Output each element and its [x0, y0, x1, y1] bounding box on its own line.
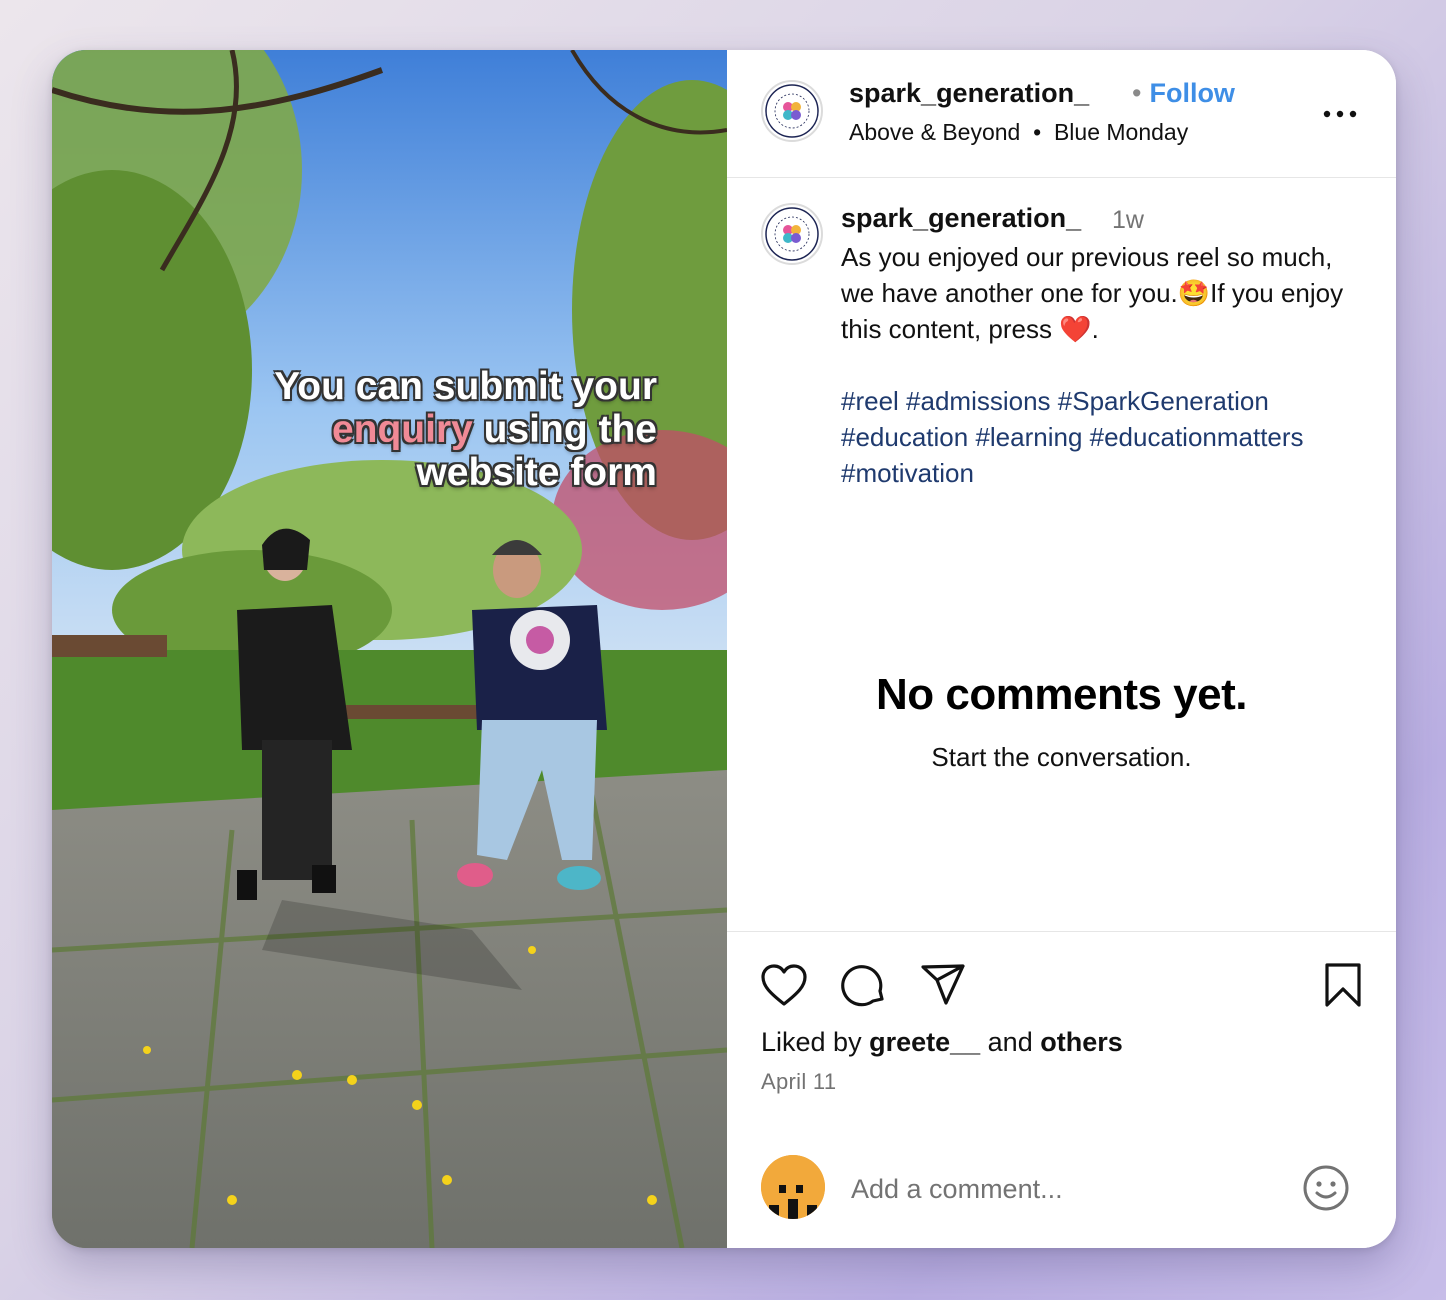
save-button[interactable] [1323, 962, 1363, 1013]
follow-label: Follow [1149, 78, 1235, 108]
user-avatar-icon [761, 1155, 825, 1219]
overlay-line-2-rest: using the [472, 408, 657, 451]
header-username[interactable]: spark_generation_ [849, 78, 1089, 109]
audio-info[interactable]: Above & Beyond • Blue Monday [849, 119, 1188, 146]
overlay-line-2: enquiry using the [52, 408, 657, 451]
overlay-highlight-word: enquiry [331, 408, 473, 451]
profile-avatar[interactable] [761, 80, 823, 142]
overlay-line-3: website form [416, 451, 657, 494]
comment-icon [841, 965, 884, 1007]
caption-text: As you enjoyed our previous reel so much… [841, 242, 1344, 344]
more-horizontal-icon [1323, 110, 1357, 118]
post-date[interactable]: April 11 [761, 1069, 836, 1095]
share-button[interactable] [919, 962, 967, 1013]
likes-middle: and [980, 1027, 1041, 1057]
comment-button[interactable] [840, 961, 888, 1014]
caption-hashtags[interactable]: #reel #admissions #SparkGeneration #educ… [841, 383, 1381, 491]
post-dialog: You can submit your enquiry using the we… [52, 50, 1396, 1248]
spark-generation-logo-icon [765, 84, 819, 138]
header-separator: • [1132, 78, 1142, 108]
park-scene-illustration [52, 50, 727, 1248]
overlay-line-1: You can submit your [274, 365, 657, 408]
current-user-avatar [761, 1155, 825, 1219]
actions-divider [727, 931, 1396, 932]
header-divider [727, 177, 1396, 178]
liked-by-others[interactable]: others [1040, 1027, 1123, 1057]
heart-icon [761, 964, 807, 1006]
caption-timestamp[interactable]: 1w [1112, 206, 1144, 235]
reel-video[interactable]: You can submit your enquiry using the we… [52, 50, 727, 1248]
add-comment-input[interactable] [849, 1165, 1293, 1213]
liked-by-user[interactable]: greete__ [869, 1027, 980, 1057]
audio-artist: Above & Beyond [849, 119, 1021, 145]
caption-avatar[interactable] [761, 203, 823, 265]
spark-generation-logo-icon [765, 207, 819, 261]
send-icon [921, 964, 965, 1005]
post-details-panel: spark_generation_ • Follow Above & Beyond… [727, 50, 1396, 1248]
smiley-icon [1303, 1165, 1349, 1211]
no-comments-title: No comments yet. [876, 670, 1247, 719]
no-comments-subtitle: Start the conversation. [931, 742, 1192, 772]
reel-caption-overlay: You can submit your enquiry using the we… [52, 365, 727, 494]
bookmark-icon [1325, 963, 1361, 1007]
follow-button[interactable]: • Follow [1132, 78, 1235, 109]
audio-track: Blue Monday [1053, 119, 1189, 145]
like-button[interactable] [760, 963, 808, 1012]
caption-username[interactable]: spark_generation_ [841, 203, 1081, 234]
likes-summary[interactable]: Liked by greete__ and others [761, 1027, 1123, 1058]
emoji-picker-button[interactable] [1302, 1164, 1350, 1217]
audio-separator: • [1033, 119, 1042, 145]
likes-prefix: Liked by [761, 1027, 870, 1057]
more-options-button[interactable] [1322, 98, 1358, 119]
